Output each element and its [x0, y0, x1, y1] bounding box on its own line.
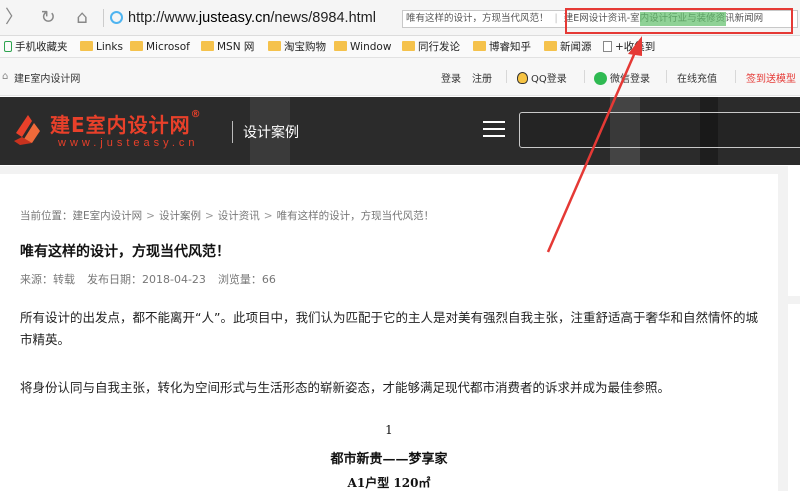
reload-icon[interactable]: ↻ — [36, 6, 60, 30]
url-input[interactable]: http://www.justeasy.cn/news/8984.html — [128, 8, 376, 28]
favorite-collect[interactable]: +收集到 — [603, 36, 656, 57]
article-title: 唯有这样的设计，方现当代风范！ — [20, 244, 230, 260]
section-subheading: A1户型 120㎡ — [347, 476, 431, 490]
article-date: 发布日期：2018-04-23 — [87, 273, 206, 286]
favorite-msn[interactable]: MSN 网 — [201, 36, 255, 57]
breadcrumb-news[interactable]: 设计资讯 — [218, 210, 260, 222]
site-top-bar: ⌂ 建E室内设计网 登录 注册 QQ登录 微信登录 在线充值 签到送模型 — [0, 58, 800, 96]
url-prefix: http://www. — [128, 10, 199, 26]
logo-domain: www.justeasy.cn — [58, 137, 199, 149]
wechat-login-link[interactable]: 微信登录 — [594, 70, 650, 85]
folder-icon — [201, 41, 214, 51]
search-input[interactable] — [519, 112, 800, 148]
sidebar — [788, 166, 800, 491]
favorite-label: 手机收藏夹 — [15, 41, 68, 53]
main-content: 当前位置：建E室内设计网 > 设计案例 > 设计资讯 > 唯有这样的设计，方现当代风范！ 唯… — [0, 166, 800, 491]
favorites-bar: 手机收藏夹 Links Microsof MSN 网 淘宝购物 Window 同… — [0, 36, 800, 58]
favorite-news[interactable]: 新闻源 — [544, 36, 592, 57]
favorite-label: 淘宝购物 — [284, 41, 326, 53]
forward-icon[interactable]: 〉 — [2, 6, 26, 30]
article-source: 来源：转载 — [20, 273, 75, 286]
site-home-link[interactable]: 建E室内设计网 — [14, 70, 80, 85]
folder-icon — [473, 41, 486, 51]
folder-icon — [402, 41, 415, 51]
divider — [666, 70, 667, 83]
breadcrumb-cases[interactable]: 设计案例 — [159, 210, 201, 222]
favorite-mobile[interactable]: 手机收藏夹 — [4, 36, 68, 57]
section-number: 1 — [385, 423, 393, 437]
divider — [506, 70, 507, 83]
favorite-zhihu[interactable]: 博睿知乎 — [473, 36, 531, 57]
divider — [232, 121, 233, 143]
article-views: 浏览量：66 — [217, 273, 276, 286]
favorite-microsoft[interactable]: Microsof — [130, 36, 190, 57]
favorite-taobao[interactable]: 淘宝购物 — [268, 36, 326, 57]
article-panel: 当前位置：建E室内设计网 > 设计案例 > 设计资讯 > 唯有这样的设计，方现当代风范！ 唯… — [0, 174, 778, 491]
favorite-label: 博睿知乎 — [489, 41, 531, 53]
logo-text[interactable]: 建E室内设计网® — [50, 109, 202, 138]
browser-window: { "browser": { "forward_glyph": "〉", "re… — [0, 0, 800, 491]
article-paragraph: 所有设计的出发点，都不能离开“人”。此项目中，我们认为匹配于它的主人是对美有强烈… — [20, 310, 758, 347]
favorite-label: 新闻源 — [560, 41, 592, 53]
qq-login-label: QQ登录 — [531, 74, 567, 85]
divider — [735, 70, 736, 83]
favorite-label: MSN 网 — [217, 41, 255, 53]
breadcrumb-home[interactable]: 当前位置：建E室内设计网 — [20, 210, 142, 222]
wechat-icon — [594, 72, 607, 85]
url-domain: justeasy.cn — [198, 10, 271, 26]
address-bar: 〉 ↻ ⌂ http://www.justeasy.cn/news/8984.h… — [0, 0, 800, 36]
home-icon[interactable]: ⌂ — [2, 71, 8, 82]
signin-link[interactable]: 签到送模型 — [746, 70, 796, 85]
favorite-label: Microsof — [146, 41, 190, 53]
section-heading: 都市新贵——梦享家 — [330, 452, 448, 467]
divider — [103, 9, 104, 27]
url-path: /news/8984.html — [270, 10, 376, 26]
page-icon — [603, 41, 612, 52]
menu-icon[interactable] — [483, 121, 505, 139]
favorite-forum[interactable]: 同行发论 — [402, 36, 460, 57]
folder-icon — [268, 41, 281, 51]
login-link[interactable]: 登录 — [441, 70, 461, 85]
annotation-highlight-box — [565, 8, 793, 34]
favorite-links[interactable]: Links — [80, 36, 123, 57]
recharge-link[interactable]: 在线充值 — [677, 70, 717, 85]
folder-icon — [130, 41, 143, 51]
article-paragraph: 将身份认同与自我主张，转化为空间形式与生活形态的崭新姿态，才能够满足现代都市消费… — [20, 380, 671, 395]
folder-icon — [544, 41, 557, 51]
divider — [584, 70, 585, 83]
qq-login-link[interactable]: QQ登录 — [517, 70, 567, 85]
article-meta: 来源：转载 发布日期：2018-04-23 浏览量：66 — [20, 271, 288, 287]
favorite-label: Links — [96, 41, 123, 53]
favorite-label: +收集到 — [615, 41, 656, 53]
registered-mark: ® — [190, 109, 202, 120]
breadcrumb-current: 唯有这样的设计，方现当代风范！ — [276, 210, 435, 222]
folder-icon — [80, 41, 93, 51]
wechat-login-label: 微信登录 — [610, 74, 650, 85]
tab-article[interactable]: 唯有这样的设计，方现当代风范！ — [403, 13, 552, 24]
favorite-label: Window — [350, 41, 392, 53]
favorite-windows[interactable]: Window — [334, 36, 392, 57]
favorite-label: 同行发论 — [418, 41, 460, 53]
folder-icon — [334, 41, 347, 51]
site-header: 建E室内设计网® www.justeasy.cn 设计案例 — [0, 97, 800, 165]
logo-name: 建E室内设计网 — [50, 113, 191, 137]
divider — [788, 296, 800, 304]
logo-icon[interactable] — [12, 111, 44, 147]
site-security-icon — [110, 11, 123, 24]
section-title[interactable]: 设计案例 — [243, 122, 299, 142]
qq-icon — [517, 72, 528, 84]
register-link[interactable]: 注册 — [472, 70, 492, 85]
breadcrumb: 当前位置：建E室内设计网 > 设计案例 > 设计资讯 > 唯有这样的设计，方现当代风范！ — [20, 210, 435, 222]
home-icon[interactable]: ⌂ — [70, 6, 94, 30]
phone-icon — [4, 41, 12, 52]
